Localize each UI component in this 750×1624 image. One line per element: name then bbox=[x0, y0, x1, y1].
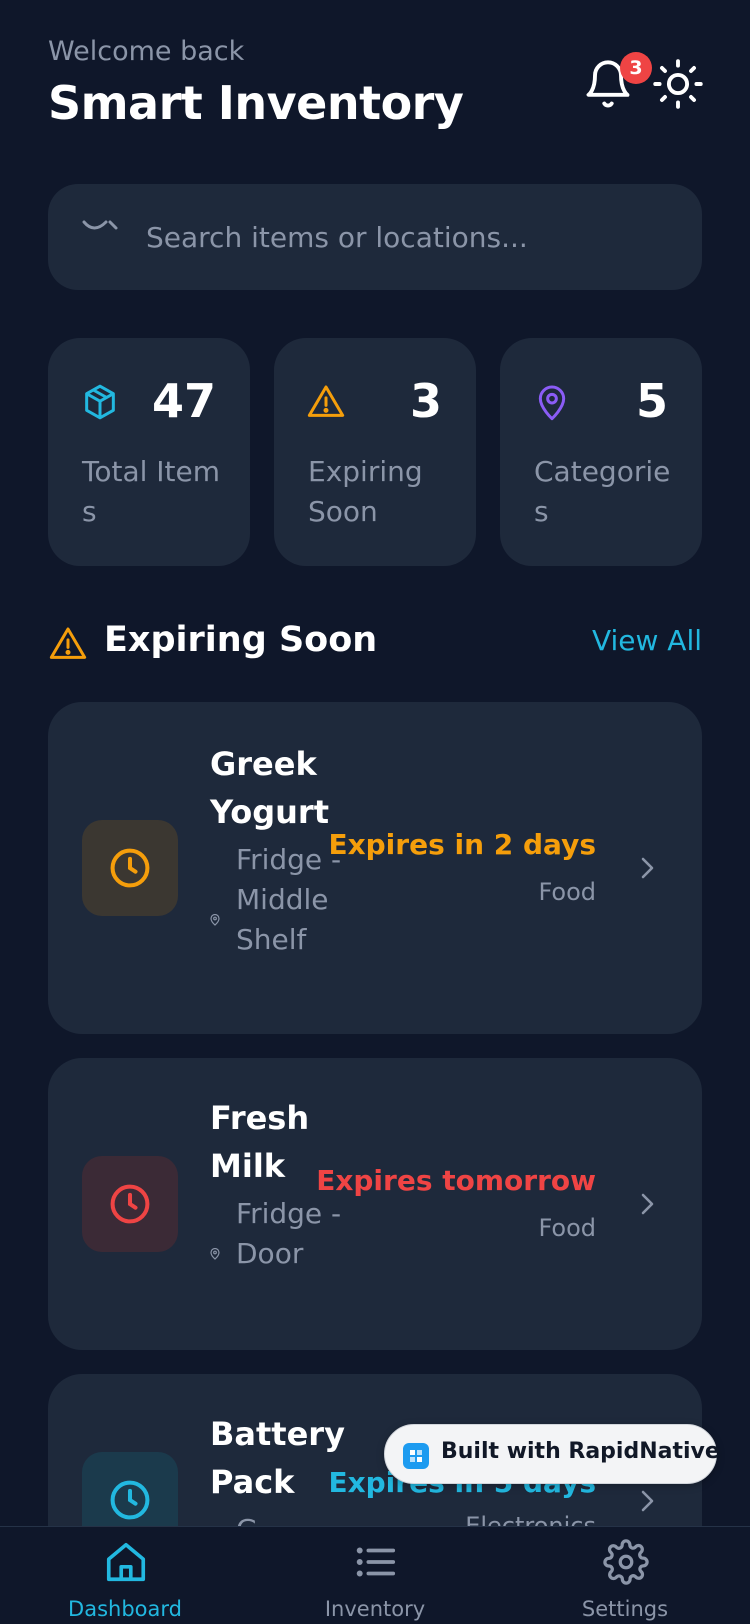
chevron-right-icon bbox=[641, 857, 654, 879]
notification-badge: 3 bbox=[620, 52, 652, 84]
stat-label: Categories bbox=[534, 455, 671, 528]
list-item[interactable]: Greek Yogurt Fridge - Middle Shelf Expir… bbox=[48, 702, 702, 1034]
built-with-badge[interactable]: Built with RapidNative bbox=[384, 1424, 720, 1484]
bottom-tab-bar: Dashboard Inventory Settings bbox=[0, 1526, 750, 1624]
tab-dashboard[interactable]: Dashboard bbox=[35, 1527, 215, 1624]
chevron-right-icon bbox=[641, 1193, 654, 1215]
stat-label: Expiring Soon bbox=[308, 455, 423, 528]
search-input[interactable] bbox=[146, 210, 666, 264]
warning-icon bbox=[307, 385, 345, 417]
box-icon bbox=[85, 384, 115, 420]
section-header: Expiring Soon View All bbox=[48, 618, 702, 668]
stat-card-categories[interactable]: 5 Categories bbox=[500, 338, 702, 566]
stat-value: 3 bbox=[409, 374, 442, 428]
expiry-status: Expires in 2 days bbox=[328, 828, 596, 861]
built-with-text: Built with RapidNative bbox=[441, 1439, 720, 1464]
home-icon bbox=[106, 1542, 146, 1582]
stat-label: Total Items bbox=[82, 455, 221, 528]
map-pin-icon bbox=[538, 385, 566, 421]
search-bar[interactable] bbox=[48, 184, 702, 290]
item-category: Food bbox=[538, 1214, 596, 1242]
gear-icon bbox=[603, 1539, 649, 1585]
clock-icon bbox=[110, 848, 150, 888]
item-icon-box bbox=[82, 820, 178, 916]
list-icon bbox=[356, 1547, 396, 1577]
item-category: Food bbox=[538, 878, 596, 906]
expiry-status: Expires tomorrow bbox=[316, 1164, 596, 1197]
tab-settings[interactable]: Settings bbox=[535, 1527, 715, 1624]
stat-value: 5 bbox=[635, 374, 668, 428]
search-icon bbox=[82, 220, 118, 230]
page-title: Smart Inventory bbox=[48, 76, 464, 130]
header: Welcome back Smart Inventory 3 bbox=[48, 36, 704, 136]
map-pin-icon bbox=[210, 914, 220, 926]
welcome-text: Welcome back bbox=[48, 36, 245, 67]
item-icon-box bbox=[82, 1156, 178, 1252]
rapidnative-logo-icon bbox=[403, 1443, 429, 1469]
stat-card-total-items[interactable]: 47 Total Items bbox=[48, 338, 250, 566]
list-item[interactable]: Fresh Milk Fridge - Door Expires tomorro… bbox=[48, 1058, 702, 1350]
section-title: Expiring Soon bbox=[104, 620, 378, 660]
stat-card-expiring-soon[interactable]: 3 Expiring Soon bbox=[274, 338, 476, 566]
stat-value: 47 bbox=[151, 374, 216, 428]
item-location: Fridge - Door bbox=[210, 1194, 360, 1350]
warning-icon bbox=[49, 627, 87, 659]
sun-icon bbox=[653, 59, 703, 109]
tab-label: Inventory bbox=[324, 1597, 426, 1621]
theme-toggle-button[interactable] bbox=[652, 58, 704, 110]
map-pin-icon bbox=[210, 1248, 220, 1260]
tab-label: Dashboard bbox=[68, 1597, 182, 1621]
tab-inventory[interactable]: Inventory bbox=[285, 1527, 465, 1624]
item-location-text: Fridge - Door bbox=[236, 1197, 342, 1270]
chevron-right-icon bbox=[641, 1490, 654, 1512]
notifications-button[interactable]: 3 bbox=[582, 52, 652, 110]
item-name: Greek Yogurt bbox=[210, 745, 329, 831]
tab-label: Settings bbox=[581, 1597, 669, 1621]
clock-icon bbox=[110, 1480, 150, 1520]
clock-icon bbox=[110, 1184, 150, 1224]
view-all-link[interactable]: View All bbox=[592, 624, 702, 657]
item-location: Fridge - Middle Shelf bbox=[210, 840, 360, 1010]
